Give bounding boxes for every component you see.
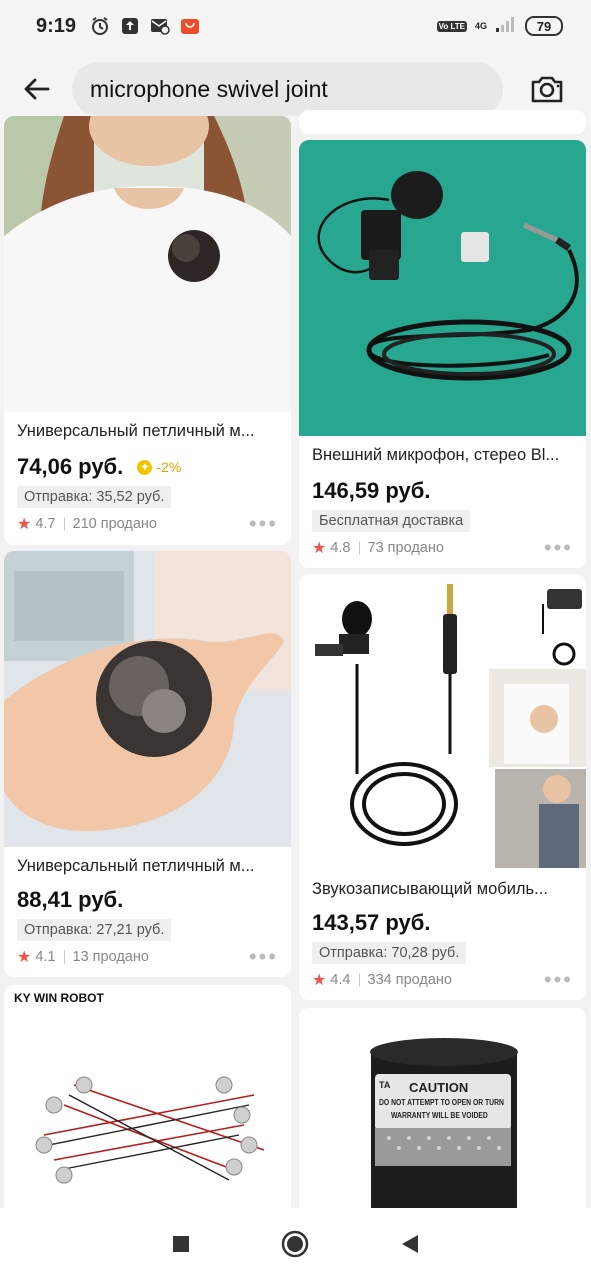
coin-icon: ✦ xyxy=(137,459,153,475)
product-title: Универсальный петличный м... xyxy=(17,422,255,440)
discount-badge: ✦ -2% xyxy=(137,459,181,475)
rating-value: 4.7 xyxy=(35,516,56,532)
battery-icon: 79 xyxy=(525,16,563,36)
shipping-label: Отправка: 70,28 руб. xyxy=(312,942,467,964)
product-price: 74,06 руб. ✦ -2% xyxy=(17,454,181,480)
brand-label: KY WIN ROBOT xyxy=(14,991,104,1005)
search-input[interactable]: microphone swivel joint xyxy=(72,62,503,116)
more-options-icon[interactable]: ••• xyxy=(249,513,278,535)
sold-count: 73 продано xyxy=(367,540,444,556)
arrow-left-icon xyxy=(24,78,50,100)
product-card[interactable]: Звукозаписывающий мобиль... 143,57 руб. … xyxy=(299,574,586,1000)
rating-row: ★ 4.1 13 продано ••• xyxy=(17,946,278,968)
shipping-label: Отправка: 27,21 руб. xyxy=(17,919,172,941)
product-title: Звукозаписывающий мобиль... xyxy=(312,880,548,898)
product-image xyxy=(299,140,586,436)
rating-row: ★ 4.7 210 продано ••• xyxy=(17,513,278,535)
signal-icon xyxy=(495,15,517,38)
sold-count: 210 продано xyxy=(72,516,157,532)
product-card[interactable]: KY WIN ROBOT xyxy=(4,985,291,1215)
product-title: Универсальный петличный м... xyxy=(17,857,255,875)
star-icon: ★ xyxy=(17,516,32,533)
product-price: 143,57 руб. xyxy=(312,910,431,935)
sold-count: 13 продано xyxy=(72,949,149,965)
star-icon: ★ xyxy=(312,540,327,557)
more-options-icon[interactable]: ••• xyxy=(544,537,573,559)
square-icon[interactable] xyxy=(171,1234,191,1254)
product-card[interactable]: Универсальный петличный м... 88,41 руб. … xyxy=(4,551,291,977)
product-image xyxy=(4,551,291,847)
product-title: Внешний микрофон, стерео Bl... xyxy=(312,446,560,464)
product-price: 88,41 руб. xyxy=(17,887,124,912)
more-options-icon[interactable]: ••• xyxy=(544,969,573,991)
caution-title: CAUTION xyxy=(409,1080,469,1095)
volte-icon: Vo LTE xyxy=(436,20,467,32)
product-card[interactable]: TA CAUTION DO NOT ATTEMPT TO OPEN OR TUR… xyxy=(299,1008,586,1218)
discount-value: -2% xyxy=(156,459,182,475)
shipping-label: Отправка: 35,52 руб. xyxy=(17,486,172,508)
triangle-back-icon[interactable] xyxy=(399,1233,421,1255)
rating-value: 4.8 xyxy=(330,540,351,556)
status-time: 9:19 xyxy=(36,14,77,37)
circle-icon[interactable] xyxy=(281,1230,309,1258)
product-card[interactable]: Универсальный петличный м... 74,06 руб. … xyxy=(4,116,291,545)
rating-row: ★ 4.4 334 продано ••• xyxy=(312,969,573,991)
network-label: 4G xyxy=(474,20,487,31)
sold-count: 334 продано xyxy=(367,972,452,988)
back-button[interactable] xyxy=(0,52,72,126)
product-card[interactable] xyxy=(299,110,586,134)
shipping-label: Бесплатная доставка xyxy=(312,510,471,532)
rating-row: ★ 4.8 73 продано ••• xyxy=(312,537,573,559)
caution-line2: WARRANTY WILL BE VOIDED xyxy=(391,1111,488,1120)
message-icon xyxy=(150,16,170,36)
status-bar: 9:19 Vo LTE 4G 79 xyxy=(0,0,591,52)
star-icon: ★ xyxy=(17,949,32,966)
product-card[interactable]: Внешний микрофон, стерео Bl... 146,59 ру… xyxy=(299,140,586,568)
more-options-icon[interactable]: ••• xyxy=(249,946,278,968)
star-icon: ★ xyxy=(312,972,327,989)
product-image xyxy=(299,574,586,870)
alarm-icon xyxy=(90,16,110,36)
product-image xyxy=(4,985,291,1215)
product-price: 146,59 руб. xyxy=(312,478,431,503)
caution-line1: DO NOT ATTEMPT TO OPEN OR TURN xyxy=(379,1098,504,1107)
system-nav-bar xyxy=(0,1208,591,1280)
rating-value: 4.4 xyxy=(330,972,351,988)
caution-ta: TA xyxy=(379,1080,391,1090)
price-value: 74,06 руб. xyxy=(17,454,124,479)
aliexpress-icon xyxy=(180,16,200,36)
rating-value: 4.1 xyxy=(35,949,56,965)
product-image xyxy=(4,116,291,412)
camera-icon xyxy=(531,76,563,103)
upload-icon xyxy=(120,16,140,36)
